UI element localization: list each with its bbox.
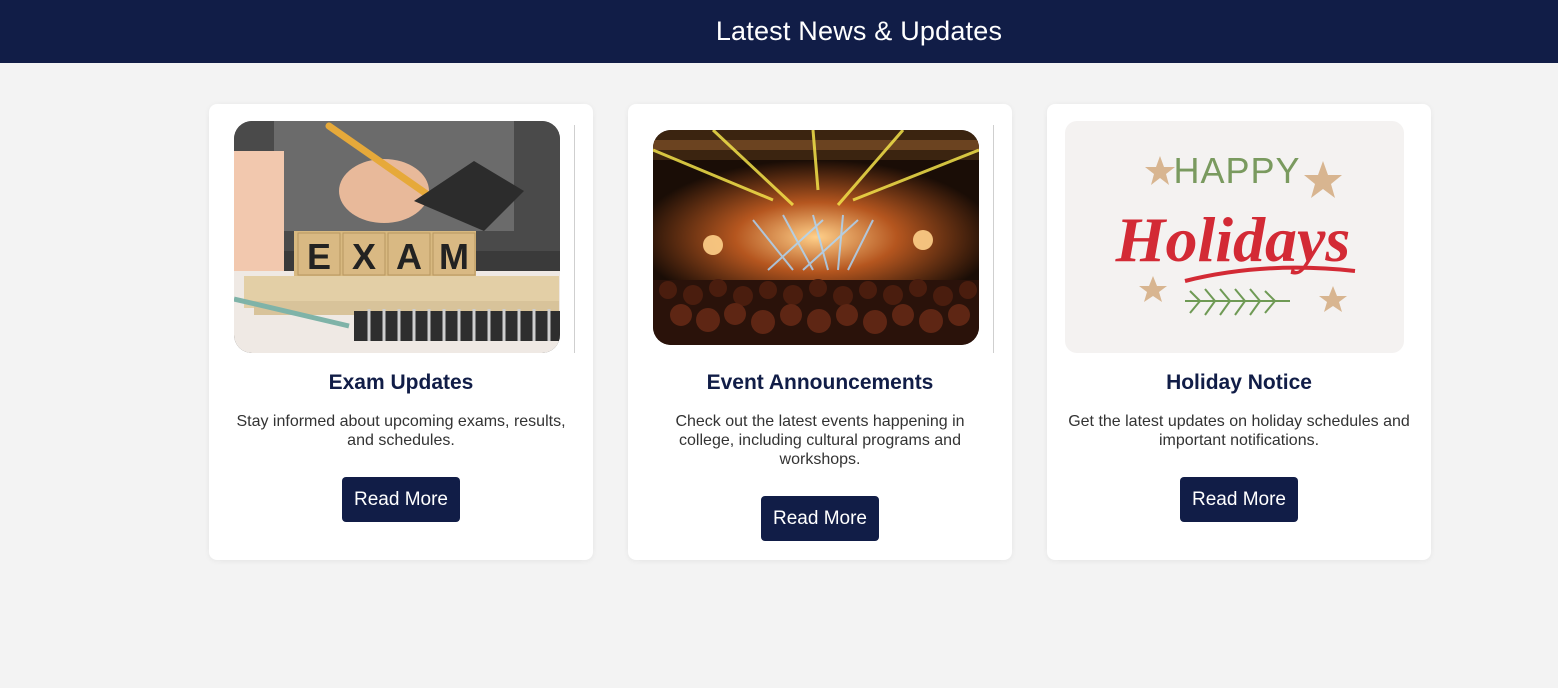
card-description: Stay informed about upcoming exams, resu… xyxy=(236,413,566,449)
holidays-image: HAPPY Holidays xyxy=(1065,121,1404,353)
image-divider xyxy=(993,125,994,353)
card-title: Event Announcements xyxy=(706,371,934,394)
page-title: Latest News & Updates xyxy=(715,16,1003,46)
news-card-exam: E X A M Exam Updates Stay informed about… xyxy=(209,104,593,560)
concert-image xyxy=(653,130,979,345)
exam-tile-letter: M xyxy=(439,236,469,277)
read-more-button[interactable]: Read More xyxy=(342,477,460,522)
card-description: Get the latest updates on holiday schedu… xyxy=(1068,413,1410,449)
card-description: Check out the latest events happening in… xyxy=(675,413,965,468)
image-divider xyxy=(574,125,575,353)
exam-tile-letter: A xyxy=(396,236,422,277)
holiday-holidays-text: Holidays xyxy=(1115,204,1351,275)
card-title: Exam Updates xyxy=(328,371,474,394)
page-header: Latest News & Updates xyxy=(0,0,1558,63)
news-card-event: Event Announcements Check out the latest… xyxy=(628,104,1012,560)
exam-tile-letter: X xyxy=(352,236,376,277)
exam-image: E X A M xyxy=(234,121,560,353)
read-more-button[interactable]: Read More xyxy=(1180,477,1298,522)
exam-tile-letter: E xyxy=(307,236,331,277)
news-cards: E X A M Exam Updates Stay informed about… xyxy=(209,104,1431,560)
holiday-happy-text: HAPPY xyxy=(1173,150,1300,191)
card-title: Holiday Notice xyxy=(1166,371,1312,394)
news-card-holiday: HAPPY Holidays Holiday Notice Get the la… xyxy=(1047,104,1431,560)
read-more-button[interactable]: Read More xyxy=(761,496,879,541)
